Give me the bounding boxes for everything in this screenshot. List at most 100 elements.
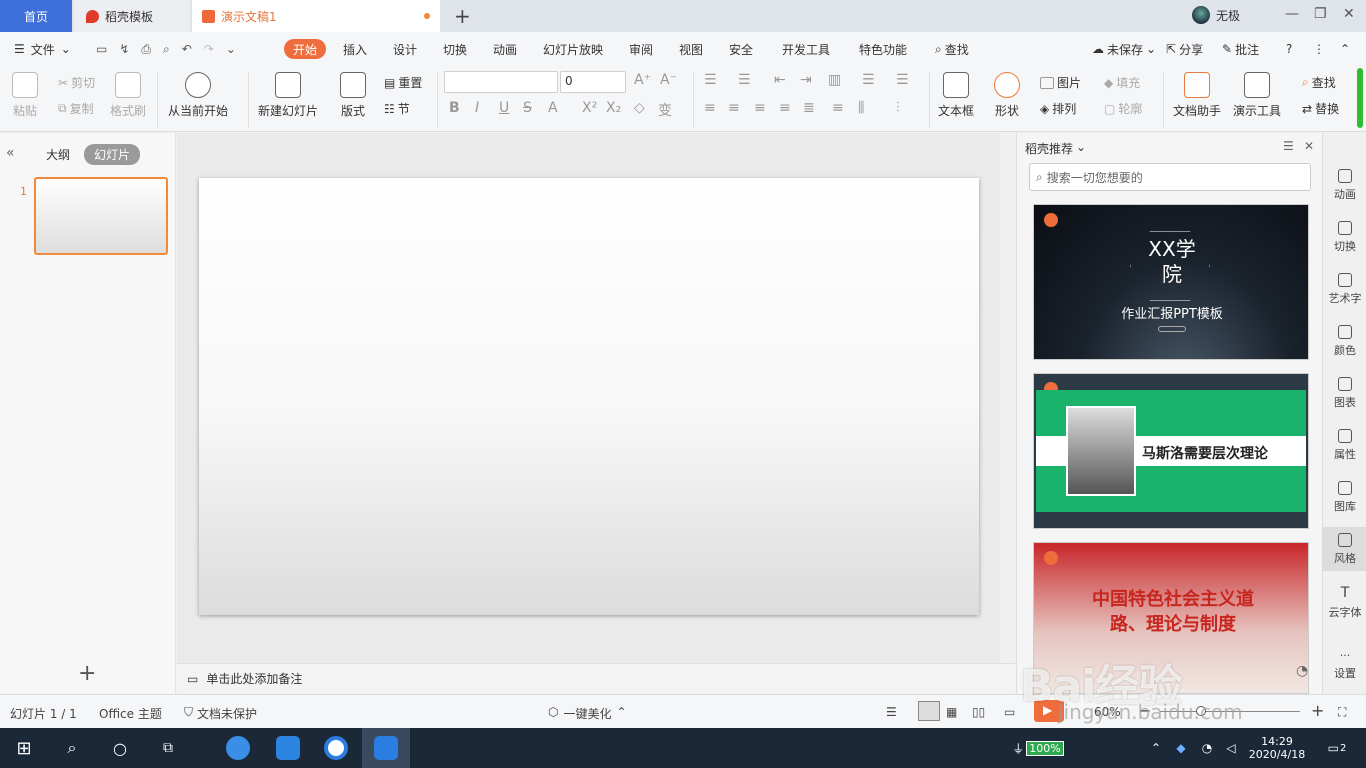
template-card[interactable]: XX学院 作业汇报PPT模板 — [1033, 204, 1309, 360]
italic-icon[interactable]: I — [475, 100, 479, 116]
customize-icon[interactable]: ⌄ — [226, 42, 236, 56]
windows-start-icon[interactable]: ⊞ — [0, 728, 48, 768]
strikethrough-icon[interactable]: S — [523, 100, 532, 116]
menu-animation[interactable]: 动画 — [493, 32, 517, 66]
start-from-current-button[interactable]: 从当前开始 — [168, 72, 228, 119]
vertical-scrollbar[interactable] — [1000, 133, 1015, 663]
tab-templates[interactable]: 稻壳模板 — [74, 0, 190, 32]
unsaved-status[interactable]: ☁ 未保存 ⌄ — [1092, 32, 1156, 66]
line-spacing-icon[interactable]: ☰ — [896, 72, 909, 88]
collapse-ribbon-button[interactable]: ⌃ — [1340, 32, 1350, 66]
tab-outline[interactable]: 大纲 — [46, 146, 70, 163]
zoom-in-button[interactable]: + — [1311, 701, 1324, 720]
notes-page-icon[interactable]: ▭ — [1004, 705, 1015, 719]
doc-assistant-button[interactable]: 文档助手 — [1173, 72, 1221, 119]
reset-button[interactable]: ▤ 重置 — [384, 74, 422, 91]
template-search-input[interactable]: ⌕ 搜索一切您想要的 — [1029, 163, 1311, 191]
tab-document[interactable]: 演示文稿1 — [192, 0, 440, 32]
new-tab-button[interactable]: + — [454, 4, 471, 28]
export-icon[interactable]: ↯ — [119, 42, 129, 56]
notification-center[interactable]: ▭ 2 — [1322, 728, 1352, 768]
font-color-icon[interactable]: A — [548, 100, 558, 116]
volume-icon[interactable]: ◁ — [1220, 728, 1242, 768]
numbering-icon[interactable]: ☰ — [738, 72, 751, 88]
copy-button[interactable]: ⧉ 复制 — [58, 100, 94, 117]
slide-canvas[interactable] — [199, 178, 979, 615]
columns-icon[interactable]: ▥ — [828, 72, 841, 88]
rail-cloud-font[interactable]: T 云字体 — [1323, 585, 1366, 620]
text-direction-icon[interactable]: ☰ — [862, 72, 875, 88]
panel-title[interactable]: 稻壳推荐 ⌄ — [1025, 140, 1086, 157]
file-menu[interactable]: ☰ 文件 ⌄ — [14, 32, 71, 66]
search-command[interactable]: ⌕ 查找 — [935, 32, 969, 66]
minimize-button[interactable]: — — [1285, 6, 1299, 22]
menu-transition[interactable]: 切换 — [443, 32, 467, 66]
increase-indent-icon[interactable]: ⇥ — [800, 72, 812, 88]
share-button[interactable]: ⇱ 分享 — [1166, 32, 1203, 66]
close-button[interactable]: ✕ — [1343, 6, 1355, 22]
rail-chart[interactable]: 图表 — [1323, 377, 1366, 410]
rail-properties[interactable]: 属性 — [1323, 429, 1366, 462]
fill-button[interactable]: ◆ 填充 — [1104, 74, 1140, 91]
text-align-icon[interactable]: ⫼ — [858, 100, 864, 116]
presentation-tools-button[interactable]: 演示工具 — [1233, 72, 1281, 119]
feedback-icon[interactable]: ◔ — [1296, 663, 1308, 679]
align-right-icon[interactable]: ≡ — [754, 100, 766, 116]
taskbar-app-3[interactable] — [312, 728, 360, 768]
justify-icon[interactable]: ≡ — [779, 100, 791, 116]
distribute-icon[interactable]: ≣ — [803, 100, 815, 116]
underline-icon[interactable]: U — [499, 100, 509, 116]
layout-button[interactable]: 版式 — [340, 72, 366, 119]
taskbar-app-1[interactable] — [214, 728, 262, 768]
rail-settings[interactable]: ··· 设置 — [1323, 649, 1366, 681]
normal-view-icon[interactable] — [918, 701, 940, 721]
search-icon[interactable]: ⌕ — [48, 728, 96, 768]
ribbon-scroll-indicator[interactable] — [1357, 68, 1363, 128]
cortana-icon[interactable]: ○ — [96, 728, 144, 768]
paste-button[interactable]: 粘贴 — [12, 72, 38, 119]
more-button[interactable]: ⋮ — [1313, 32, 1325, 66]
format-painter-button[interactable]: 格式刷 — [110, 72, 146, 119]
redo-icon[interactable]: ↷ — [204, 42, 214, 56]
clock[interactable]: 14:29 2020/4/18 — [1244, 728, 1310, 768]
wifi-icon[interactable]: ◔ — [1196, 728, 1218, 768]
picture-button[interactable]: 图片 — [1040, 74, 1081, 91]
rail-color[interactable]: 颜色 — [1323, 325, 1366, 358]
tab-home[interactable]: 首页 — [0, 0, 72, 32]
battery-indicator[interactable]: ⏚ 100% — [1008, 728, 1068, 768]
user-account[interactable]: 无极 — [1192, 6, 1240, 24]
vertical-align-icon[interactable]: ⫶ — [896, 100, 900, 116]
template-card[interactable]: 马斯洛需要层次理论 — [1033, 373, 1309, 529]
print-icon[interactable]: ⎙ — [141, 42, 151, 57]
paragraph-spacing-icon[interactable]: ≡ — [832, 100, 844, 116]
undo-icon[interactable]: ↶ — [182, 42, 192, 56]
task-view-icon[interactable]: ⧉ — [144, 728, 192, 768]
phonetic-icon[interactable]: 变 — [658, 100, 672, 120]
bullets-icon[interactable]: ☰ — [704, 72, 717, 88]
replace-button[interactable]: ⇄ 替换 — [1302, 100, 1339, 117]
reading-view-icon[interactable]: ▯▯ — [972, 705, 985, 719]
notes-toggle-icon[interactable]: ☰ — [886, 705, 897, 719]
menu-review[interactable]: 审阅 — [629, 32, 653, 66]
menu-security[interactable]: 安全 — [729, 32, 753, 66]
new-slide-button[interactable]: 新建幻灯片 — [258, 72, 318, 119]
protection-status[interactable]: ⛉ 文档未保护 — [184, 705, 257, 722]
subscript-icon[interactable]: X₂ — [606, 100, 621, 116]
theme-name[interactable]: Office 主题 — [99, 705, 162, 722]
font-family-select[interactable] — [444, 71, 558, 93]
collapse-panel-button[interactable]: « — [6, 145, 15, 161]
menu-design[interactable]: 设计 — [393, 32, 417, 66]
tray-expand-icon[interactable]: ⌃ — [1146, 728, 1166, 768]
menu-insert[interactable]: 插入 — [343, 32, 367, 66]
bold-icon[interactable]: B — [449, 100, 460, 116]
decrease-indent-icon[interactable]: ⇤ — [774, 72, 786, 88]
print-preview-icon[interactable]: ⌕ — [163, 42, 170, 57]
rail-animation[interactable]: 动画 — [1323, 169, 1366, 202]
shape-button[interactable]: 形状 — [994, 72, 1020, 119]
menu-features[interactable]: 特色功能 — [859, 32, 907, 66]
rail-style[interactable]: 风格 — [1323, 527, 1366, 571]
menu-view[interactable]: 视图 — [679, 32, 703, 66]
slide-sorter-icon[interactable]: ▦ — [946, 705, 957, 719]
outline-button[interactable]: ▢ 轮廓 — [1104, 100, 1142, 117]
align-left-icon[interactable]: ≡ — [704, 100, 716, 116]
